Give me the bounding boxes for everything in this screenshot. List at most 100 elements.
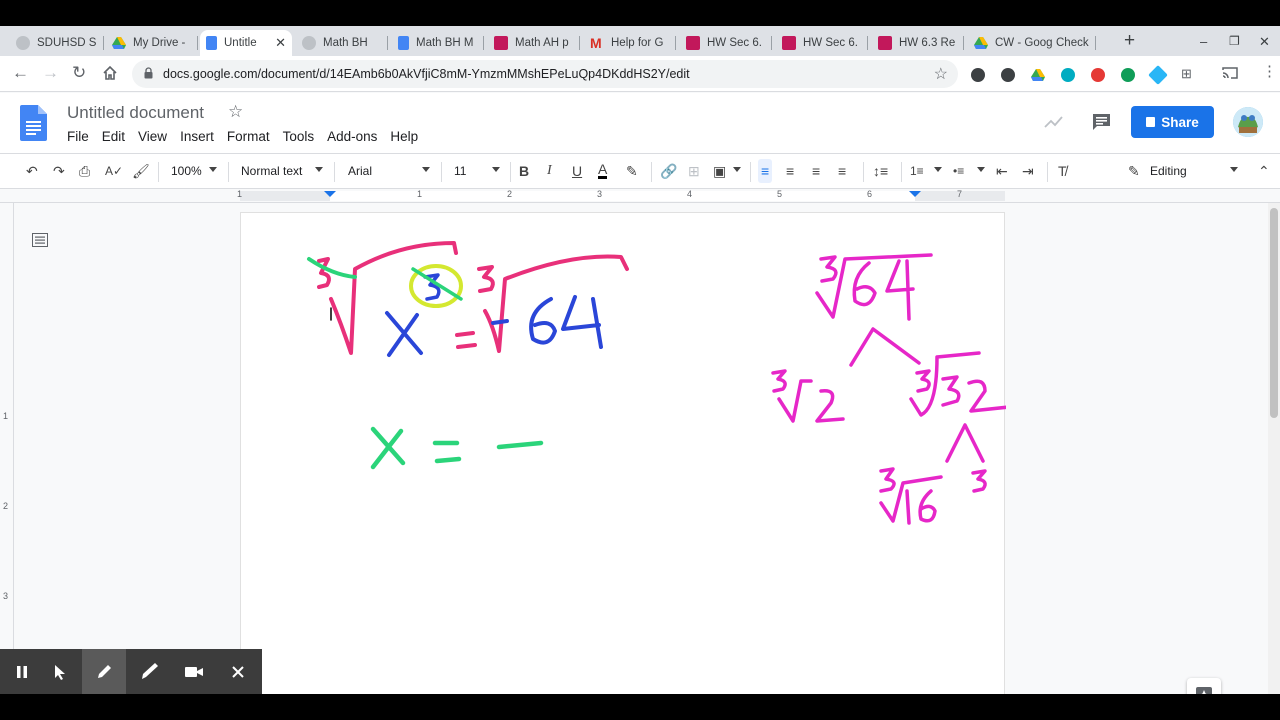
avatar[interactable] xyxy=(1233,107,1263,137)
decrease-indent-icon[interactable]: ⇤ xyxy=(996,162,1008,180)
font-select[interactable]: Arial xyxy=(348,164,372,178)
comment-icon[interactable] xyxy=(1092,113,1111,131)
text-color-icon[interactable]: A xyxy=(598,162,608,179)
highlight-color-icon[interactable]: ✎ xyxy=(626,162,638,180)
forward-arrow-icon[interactable]: → xyxy=(42,64,59,82)
mode-chevron-down-icon[interactable] xyxy=(1230,167,1238,172)
extension-7-icon[interactable] xyxy=(1148,65,1168,85)
browser-menu-icon[interactable]: ⋮ xyxy=(1262,63,1277,81)
extension-4-icon[interactable] xyxy=(1061,68,1075,82)
pencil-icon[interactable]: ✎ xyxy=(1128,162,1140,180)
menu-view[interactable]: View xyxy=(138,129,167,144)
line-spacing-icon[interactable]: ↕≡ xyxy=(873,162,888,180)
redo-icon[interactable]: ↷ xyxy=(53,162,65,180)
collapse-chevron-up-icon[interactable]: ⌃ xyxy=(1258,162,1270,180)
document-title[interactable]: Untitled document xyxy=(67,103,204,123)
clear-formatting-icon[interactable]: T̸ xyxy=(1058,162,1067,180)
bulleted-list-chevron-down-icon[interactable] xyxy=(977,167,985,172)
minimize-button[interactable]: – xyxy=(1200,34,1207,49)
menu-insert[interactable]: Insert xyxy=(180,129,214,144)
tab-4[interactable]: Math BH M xyxy=(392,30,484,56)
align-justify-icon[interactable]: ≡ xyxy=(838,162,846,180)
italic-icon[interactable]: I xyxy=(547,162,552,180)
align-center-icon[interactable]: ≡ xyxy=(786,162,794,180)
extensions-grid-icon[interactable]: ⊞ xyxy=(1181,65,1192,83)
camera-button[interactable] xyxy=(172,649,216,694)
drive-extension-icon[interactable] xyxy=(1031,68,1045,82)
pen-tool-button[interactable] xyxy=(82,649,126,694)
scrollbar-thumb[interactable] xyxy=(1270,208,1278,418)
bookmark-star-icon[interactable]: ☆ xyxy=(934,64,948,84)
tab-10[interactable]: CW - Goog xyxy=(968,30,1058,56)
print-icon[interactable]: ⎙ xyxy=(79,162,90,180)
undo-icon[interactable]: ↶ xyxy=(26,162,38,180)
address-bar[interactable]: docs.google.com/document/d/14EAmb6b0AkVf… xyxy=(132,60,958,88)
size-chevron-down-icon[interactable] xyxy=(492,167,500,172)
menu-tools[interactable]: Tools xyxy=(283,129,315,144)
insert-image-icon[interactable]: ▣ xyxy=(713,162,726,180)
explore-button[interactable] xyxy=(1187,678,1221,694)
menu-edit[interactable]: Edit xyxy=(102,129,125,144)
reload-icon[interactable]: ↻ xyxy=(72,64,86,82)
menu-format[interactable]: Format xyxy=(227,129,270,144)
close-screencast-button[interactable] xyxy=(216,649,260,694)
zoom-chevron-down-icon[interactable] xyxy=(209,167,217,172)
new-tab-button[interactable]: + xyxy=(1124,30,1135,52)
tab-close-icon[interactable]: ✕ xyxy=(275,35,286,51)
url-text: docs.google.com/document/d/14EAmb6b0AkVf… xyxy=(163,67,690,81)
tab-9[interactable]: HW 6.3 Re xyxy=(872,30,964,56)
align-right-icon[interactable]: ≡ xyxy=(812,162,820,180)
numbered-list-icon[interactable]: 1≡ xyxy=(910,162,924,180)
align-left-icon[interactable]: ≡ xyxy=(758,159,773,183)
back-arrow-icon[interactable]: ← xyxy=(12,64,29,82)
extension-1-icon[interactable] xyxy=(971,68,985,82)
style-chevron-down-icon[interactable] xyxy=(315,167,323,172)
link-icon[interactable]: 🔗 xyxy=(660,162,677,180)
tab-8[interactable]: HW Sec 6. xyxy=(776,30,868,56)
tab-2-active[interactable]: Untitle ✕ xyxy=(200,30,292,56)
menu-file[interactable]: File xyxy=(67,129,89,144)
cast-icon[interactable] xyxy=(1222,66,1238,80)
tab-label: Help for G xyxy=(611,37,664,49)
vertical-scrollbar[interactable] xyxy=(1268,203,1280,694)
extension-6-icon[interactable] xyxy=(1121,68,1135,82)
restore-button[interactable]: ❐ xyxy=(1229,34,1240,48)
horizontal-ruler[interactable]: 1 1 2 3 4 5 6 7 xyxy=(0,189,1280,203)
tab-5[interactable]: Math AH p xyxy=(488,30,580,56)
highlighter-tool-button[interactable] xyxy=(128,649,172,694)
vertical-ruler[interactable]: 1 2 3 xyxy=(0,203,14,694)
menu-help[interactable]: Help xyxy=(390,129,418,144)
tab-11[interactable]: Check xyxy=(1054,30,1098,56)
extension-2-icon[interactable] xyxy=(1001,68,1015,82)
pointer-tool-button[interactable] xyxy=(38,649,82,694)
image-chevron-down-icon[interactable] xyxy=(733,167,741,172)
document-outline-icon[interactable] xyxy=(32,233,48,247)
increase-indent-icon[interactable]: ⇥ xyxy=(1022,162,1034,180)
tab-3[interactable]: Math BH xyxy=(296,30,388,56)
tab-1[interactable]: My Drive - xyxy=(106,30,198,56)
menu-addons[interactable]: Add-ons xyxy=(327,129,377,144)
share-button[interactable]: Share xyxy=(1131,106,1214,138)
numbered-list-chevron-down-icon[interactable] xyxy=(934,167,942,172)
window-close-button[interactable]: ✕ xyxy=(1259,34,1270,50)
editing-mode-select[interactable]: Editing xyxy=(1150,164,1187,178)
underline-icon[interactable]: U xyxy=(572,162,582,180)
zoom-select[interactable]: 100% xyxy=(171,164,202,178)
docs-logo-icon[interactable] xyxy=(20,105,47,141)
font-chevron-down-icon[interactable] xyxy=(422,167,430,172)
bulleted-list-icon[interactable]: •≡ xyxy=(953,162,964,180)
home-icon[interactable] xyxy=(102,65,118,81)
spellcheck-icon[interactable]: A✓ xyxy=(105,162,123,180)
star-icon[interactable]: ☆ xyxy=(228,102,243,122)
bold-icon[interactable]: B xyxy=(519,162,529,180)
extension-5-icon[interactable] xyxy=(1091,68,1105,82)
font-size-select[interactable]: 11 xyxy=(454,164,466,178)
document-page[interactable] xyxy=(240,212,1006,694)
tab-7[interactable]: HW Sec 6. xyxy=(680,30,772,56)
activity-trend-icon[interactable] xyxy=(1044,115,1064,129)
tab-0[interactable]: SDUHSD S xyxy=(10,30,104,56)
style-select[interactable]: Normal text xyxy=(241,164,302,178)
paint-format-icon[interactable]: 🖌 xyxy=(132,162,150,180)
add-comment-icon[interactable]: ⊞ xyxy=(688,162,700,180)
tab-6[interactable]: M Help for G xyxy=(584,30,676,56)
